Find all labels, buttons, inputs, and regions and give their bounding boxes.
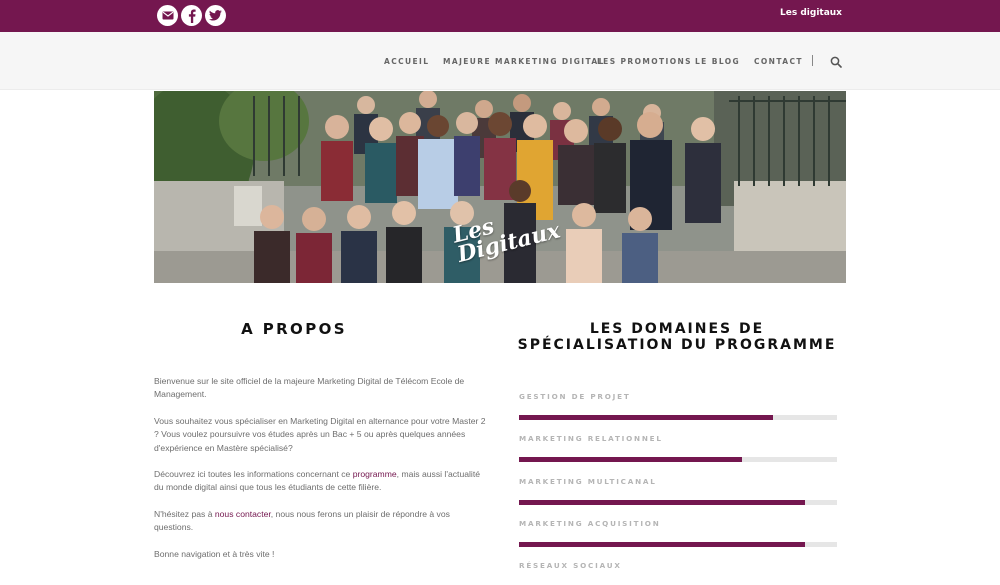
nav-item-contact[interactable]: CONTACT: [754, 57, 803, 66]
email-icon: [162, 11, 173, 20]
top-bar: Les digitaux: [0, 0, 1000, 32]
skill-label: MARKETING MULTICANAL: [519, 477, 657, 486]
skill-bar: [519, 542, 837, 547]
skill-bar: [519, 500, 837, 505]
skill-bar: [519, 415, 837, 420]
nav-item-blog[interactable]: LE BLOG: [695, 57, 740, 66]
about-paragraph-welcome: Bienvenue sur le site officiel de la maj…: [154, 376, 465, 400]
nav-item-accueil[interactable]: ACCUEIL: [384, 57, 429, 66]
facebook-link[interactable]: [181, 5, 202, 26]
nav-item-promotions[interactable]: LES PROMOTIONS: [597, 57, 692, 66]
about-paragraph-discover: Découvrez ici toutes les informations co…: [154, 469, 480, 493]
main-navigation: ACCUEIL MAJEURE MARKETING DIGITAL LES PR…: [0, 32, 1000, 90]
hero-image: Les Digitaux: [154, 91, 846, 283]
about-paragraph-farewell: Bonne navigation et à très vite !: [154, 549, 275, 559]
twitter-icon: [209, 10, 222, 21]
skill-bar-fill: [519, 542, 806, 547]
nav-item-majeure[interactable]: MAJEURE MARKETING DIGITAL: [443, 57, 605, 66]
facebook-icon: [188, 9, 196, 23]
email-link[interactable]: [157, 5, 178, 26]
domains-title: LES DOMAINES DE SPÉCIALISATION DU PROGRA…: [517, 321, 837, 353]
skill-bar: [519, 457, 837, 462]
skill-bar-fill: [519, 415, 774, 420]
twitter-link[interactable]: [205, 5, 226, 26]
skill-label: MARKETING RELATIONNEL: [519, 434, 663, 443]
about-paragraph-specialize: Vous souhaitez vous spécialiser en Marke…: [154, 416, 486, 453]
skill-label: MARKETING ACQUISITION: [519, 519, 661, 528]
about-paragraph-contact: N'hésitez pas à nous contacter, nous nou…: [154, 509, 450, 533]
nav-separator: [812, 55, 813, 66]
skill-bar-fill: [519, 457, 742, 462]
site-brand[interactable]: Les digitaux: [780, 8, 842, 18]
contact-link[interactable]: nous contacter: [215, 509, 271, 519]
skill-label: GESTION DE PROJET: [519, 392, 631, 401]
search-icon[interactable]: [830, 56, 842, 68]
skill-bar-fill: [519, 500, 806, 505]
programme-link[interactable]: programme: [353, 469, 397, 479]
about-title: A PROPOS: [241, 320, 347, 338]
skill-label: RÉSEAUX SOCIAUX: [519, 561, 622, 570]
